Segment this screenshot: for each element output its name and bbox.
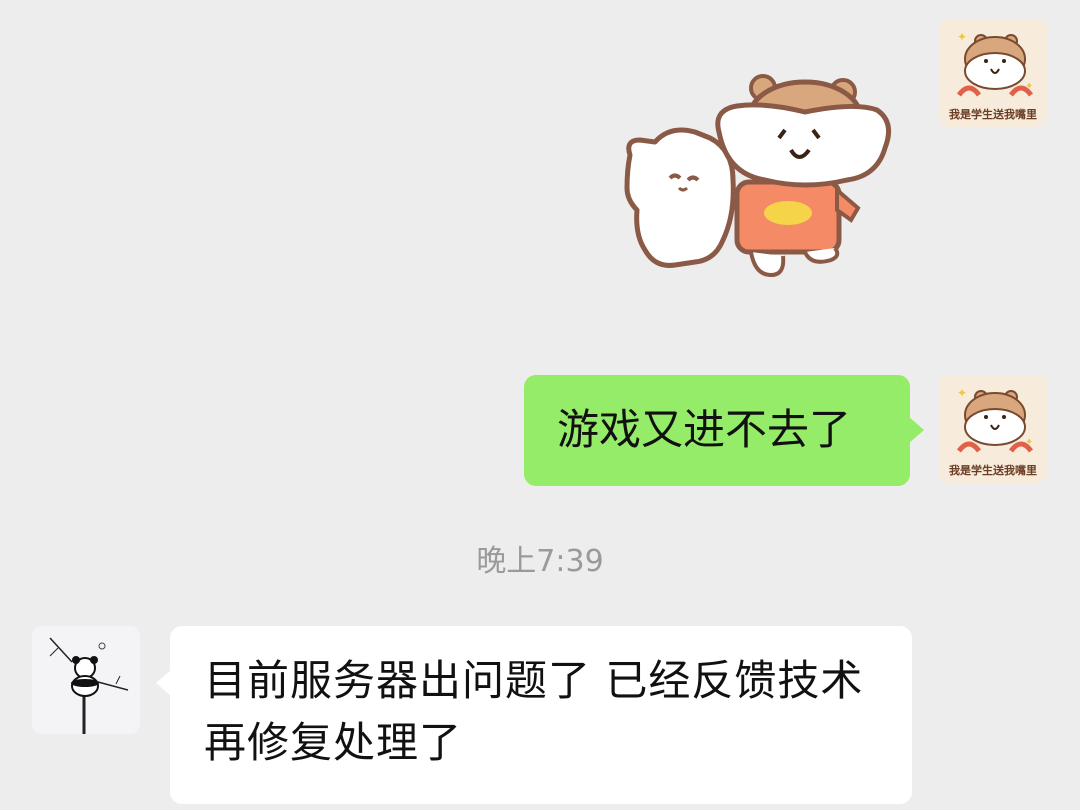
panda-ink-avatar-icon	[32, 626, 140, 734]
svg-text:✦: ✦	[957, 30, 967, 44]
svg-text:✦: ✦	[1025, 81, 1033, 92]
incoming-message-bubble[interactable]: 目前服务器出问题了 已经反馈技术再修复处理了	[156, 626, 912, 804]
message-text: 目前服务器出问题了 已经反馈技术再修复处理了	[204, 656, 864, 767]
bubble-tail	[909, 417, 924, 443]
sticker-message[interactable]	[615, 70, 895, 290]
my-avatar[interactable]: ✦ ✦ 我是学生送我嘴里	[939, 19, 1047, 127]
contact-avatar[interactable]	[32, 626, 140, 734]
hamster-and-cat-sticker-icon	[624, 74, 892, 278]
svg-text:✦: ✦	[1025, 437, 1033, 448]
svg-text:✦: ✦	[957, 386, 967, 400]
avatar-caption: 我是学生送我嘴里	[949, 108, 1037, 121]
avatar-caption: 我是学生送我嘴里	[949, 464, 1037, 477]
bubble-tail	[156, 670, 171, 696]
message-timestamp: 晚上7:39	[476, 544, 604, 579]
my-avatar[interactable]: ✦ ✦ 我是学生送我嘴里	[939, 375, 1047, 483]
message-text: 游戏又进不去了	[557, 405, 852, 454]
outgoing-message-bubble[interactable]: 游戏又进不去了	[524, 375, 924, 486]
